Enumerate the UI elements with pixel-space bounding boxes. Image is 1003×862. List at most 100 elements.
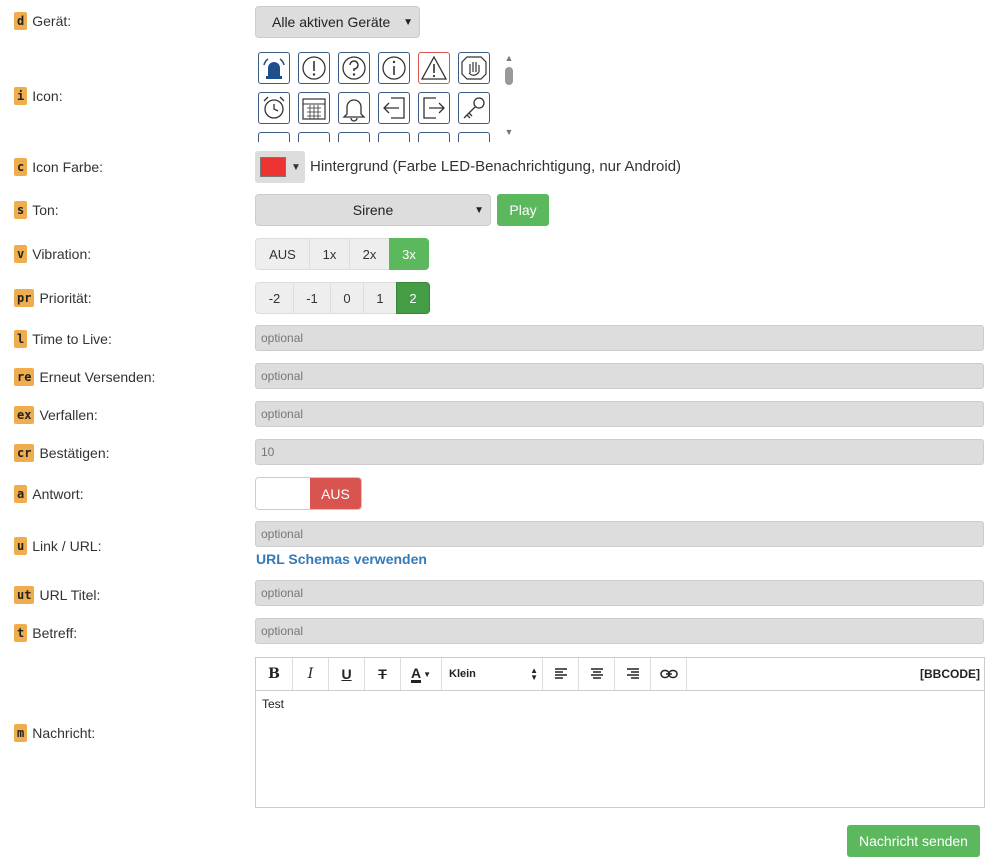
bold-button[interactable]: B (256, 658, 293, 690)
key-badge: m (14, 724, 28, 742)
priority-option[interactable]: 1 (363, 282, 397, 314)
editor-toolbar: B I U T A ▼ Klein ▲ ▼ [BBCODE] (255, 657, 985, 690)
label-ttl: l Time to Live: (14, 330, 112, 348)
sign-in-icon[interactable] (378, 92, 410, 124)
label-link: u Link / URL: (14, 537, 101, 555)
vibration-option[interactable]: 2x (349, 238, 390, 270)
icon-partial[interactable] (418, 132, 450, 142)
italic-button[interactable]: I (293, 658, 329, 690)
priority-option[interactable]: 0 (330, 282, 364, 314)
label-text: Antwort: (32, 486, 84, 502)
key-badge: ex (14, 406, 35, 424)
key-badge: i (14, 87, 28, 105)
text-color-button[interactable]: A ▼ (401, 658, 442, 690)
vibration-option[interactable]: 1x (309, 238, 350, 270)
bell-icon[interactable] (338, 92, 370, 124)
color-hint: Hintergrund (Farbe LED-Benachrichtigung,… (310, 158, 682, 175)
calendar-icon[interactable] (298, 92, 330, 124)
play-button[interactable]: Play (497, 194, 549, 226)
siren-icon[interactable] (258, 52, 290, 84)
url-input[interactable]: optional (255, 521, 984, 547)
label-erneut: re Erneut Versenden: (14, 368, 155, 386)
icon-partial[interactable] (258, 132, 290, 142)
label-text: Verfallen: (39, 407, 98, 423)
message-editor[interactable]: Test (255, 690, 985, 808)
url-title-input[interactable]: optional (255, 580, 984, 606)
key-badge: d (14, 12, 28, 30)
retry-input[interactable]: optional (255, 363, 984, 389)
key-badge: re (14, 368, 35, 386)
icon-partial[interactable] (338, 132, 370, 142)
key-badge: v (14, 245, 28, 263)
icon-partial[interactable] (298, 132, 330, 142)
vibration-option-selected[interactable]: 3x (389, 238, 429, 270)
device-select[interactable]: Alle aktiven Geräte ▼ (255, 6, 420, 38)
label-text: Bestätigen: (39, 445, 110, 461)
url-schemas-link[interactable]: URL Schemas verwenden (256, 551, 427, 567)
label-text: Icon: (32, 88, 63, 104)
label-text: Vibration: (32, 246, 92, 262)
link-button[interactable] (651, 658, 687, 690)
scroll-down-icon[interactable]: ▼ (503, 127, 515, 137)
reply-toggle[interactable]: AUS (255, 477, 362, 510)
underline-button[interactable]: U (329, 658, 365, 690)
vibration-group: AUS 1x 2x 3x (255, 238, 429, 270)
device-select-value: Alle aktiven Geräte (272, 14, 391, 30)
info-icon[interactable] (378, 52, 410, 84)
alarm-clock-icon[interactable] (258, 92, 290, 124)
label-text: Nachricht: (32, 725, 96, 741)
key-badge: l (14, 330, 28, 348)
exclamation-icon[interactable] (298, 52, 330, 84)
icon-partial[interactable] (378, 132, 410, 142)
label-icon-farbe: c Icon Farbe: (14, 158, 103, 176)
label-prioritaet: pr Priorität: (14, 289, 92, 307)
align-left-button[interactable] (543, 658, 579, 690)
subject-input[interactable]: optional (255, 618, 984, 644)
key-badge: s (14, 201, 28, 219)
color-picker[interactable]: ▼ (255, 151, 305, 183)
confirm-input[interactable]: 10 (255, 439, 984, 465)
priority-option-selected[interactable]: 2 (396, 282, 430, 314)
key-badge: a (14, 485, 28, 503)
align-right-button[interactable] (615, 658, 651, 690)
font-size-select[interactable]: Klein ▲ ▼ (442, 658, 543, 690)
icon-partial[interactable] (458, 132, 490, 142)
icon-picker[interactable] (256, 50, 496, 142)
icon-picker-scrollbar[interactable]: ▲ ▼ (503, 53, 515, 137)
label-antwort: a Antwort: (14, 485, 84, 503)
warning-icon[interactable] (418, 52, 450, 84)
strikethrough-button[interactable]: T (365, 658, 401, 690)
bbcode-toggle[interactable]: [BBCODE] (920, 667, 984, 681)
question-icon[interactable] (338, 52, 370, 84)
scroll-thumb[interactable] (505, 67, 513, 85)
key-icon[interactable] (458, 92, 490, 124)
label-vibration: v Vibration: (14, 245, 91, 263)
sound-select[interactable]: Sirene ▼ (255, 194, 491, 226)
priority-option[interactable]: -1 (293, 282, 331, 314)
priority-group: -2 -1 0 1 2 (255, 282, 430, 314)
key-badge: t (14, 624, 28, 642)
align-left-icon (554, 668, 567, 679)
key-badge: c (14, 158, 28, 176)
font-size-value: Klein (449, 668, 476, 680)
ttl-input[interactable]: optional (255, 325, 984, 351)
priority-option[interactable]: -2 (255, 282, 294, 314)
sign-out-icon[interactable] (418, 92, 450, 124)
align-right-icon (626, 668, 639, 679)
vibration-option[interactable]: AUS (255, 238, 310, 270)
label-verfallen: ex Verfallen: (14, 406, 98, 424)
expire-input[interactable]: optional (255, 401, 984, 427)
caret-down-icon: ▼ (423, 669, 432, 679)
send-button[interactable]: Nachricht senden (847, 825, 980, 857)
hand-stop-icon[interactable] (458, 52, 490, 84)
key-badge: ut (14, 586, 35, 604)
label-betreff: t Betreff: (14, 624, 77, 642)
chevron-down-icon: ▼ (403, 16, 413, 28)
label-ton: s Ton: (14, 201, 59, 219)
toggle-state: AUS (310, 478, 361, 509)
scroll-up-icon[interactable]: ▲ (503, 53, 515, 63)
label-text: Link / URL: (32, 538, 102, 554)
align-center-button[interactable] (579, 658, 615, 690)
updown-icon: ▲ ▼ (530, 666, 538, 682)
label-nachricht: m Nachricht: (14, 724, 95, 742)
